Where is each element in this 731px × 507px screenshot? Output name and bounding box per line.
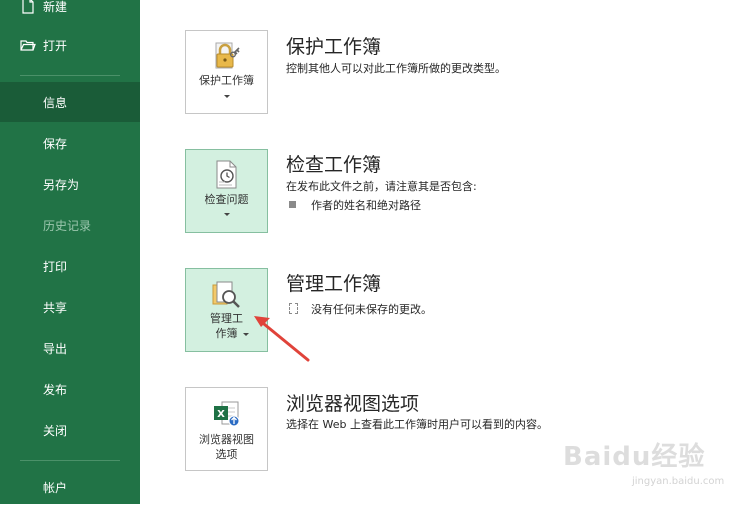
open-folder-icon: [20, 40, 36, 51]
protect-section-title: 保护工作簿: [286, 36, 382, 58]
sidebar-divider: [20, 75, 120, 76]
chevron-down-icon: [223, 95, 230, 98]
browser-tile-label-line1: 浏览器视图: [199, 433, 254, 446]
protect-workbook-button[interactable]: 保护工作簿: [185, 30, 268, 114]
sidebar-item-publish[interactable]: 发布: [0, 369, 140, 409]
lock-key-icon: [215, 42, 240, 69]
browser-section-description: 选择在 Web 上查看此工作簿时用户可以看到的内容。: [286, 418, 548, 431]
sidebar-item-open[interactable]: 打开: [0, 25, 140, 65]
manage-versions-icon: [212, 281, 240, 308]
svg-text:X: X: [217, 409, 225, 420]
sidebar-item-history: 历史记录: [0, 205, 140, 245]
chevron-down-icon: [223, 213, 230, 216]
sidebar-item-info[interactable]: 信息: [0, 82, 140, 122]
inspect-bullet-item: 作者的姓名和绝对路径: [311, 199, 421, 212]
baidu-watermark: Baidu经验: [563, 442, 706, 472]
sidebar-item-share[interactable]: 共享: [0, 287, 140, 327]
backstage-sidebar: 新建 打开 信息 保存 另存为 历史记录 打印 共享 导出 发布 关闭 帐户: [0, 0, 140, 504]
inspect-tile-label: 检查问题: [204, 193, 249, 206]
red-arrow-annotation: [254, 316, 310, 362]
manage-section-title: 管理工作簿: [286, 273, 382, 295]
baidu-watermark-url: jingyan.baidu.com: [632, 476, 725, 487]
inspect-section-description: 在发布此文件之前，请注意其是否包含:: [286, 180, 477, 193]
sidebar-divider: [20, 460, 120, 461]
manage-section-description: 没有任何未保存的更改。: [311, 303, 432, 316]
bullet-icon: [289, 201, 296, 208]
sidebar-item-label: 保存: [43, 136, 68, 151]
sidebar-account-label: 帐户: [43, 480, 68, 495]
sidebar-item-save-as[interactable]: 另存为: [0, 164, 140, 204]
sidebar-item-label: 发布: [43, 382, 68, 397]
sidebar-item-export[interactable]: 导出: [0, 328, 140, 368]
chevron-down-icon: [242, 333, 249, 336]
check-for-issues-button[interactable]: 检查问题: [185, 149, 268, 233]
browser-section-title: 浏览器视图选项: [286, 393, 420, 415]
sidebar-item-save[interactable]: 保存: [0, 123, 140, 163]
sidebar-item-close[interactable]: 关闭: [0, 410, 140, 450]
browser-tile-label-line2: 选项: [215, 448, 238, 461]
protect-section-description: 控制其他人可以对此工作簿所做的更改类型。: [286, 62, 506, 75]
sidebar-item-label: 导出: [43, 341, 68, 356]
inspect-section-title: 检查工作簿: [286, 154, 382, 176]
sidebar-item-label: 信息: [43, 95, 68, 110]
sidebar-item-label: 共享: [43, 300, 68, 315]
sidebar-item-print[interactable]: 打印: [0, 246, 140, 286]
sidebar-item-label: 另存为: [43, 177, 80, 192]
sidebar-item-label: 历史记录: [43, 218, 92, 233]
sidebar-item-label: 打印: [43, 259, 68, 274]
new-document-icon: [22, 0, 34, 14]
sidebar-open-label: 打开: [43, 38, 68, 53]
sidebar-item-new[interactable]: 新建: [0, 0, 140, 26]
sidebar-new-label: 新建: [43, 0, 68, 14]
protect-tile-label: 保护工作簿: [199, 74, 254, 87]
sidebar-item-label: 关闭: [43, 423, 68, 438]
sidebar-item-account[interactable]: 帐户: [0, 467, 140, 507]
inspect-document-icon: [216, 160, 236, 189]
excel-browser-icon: X: [213, 401, 239, 427]
browser-view-options-button[interactable]: X 浏览器视图 选项: [185, 387, 268, 471]
